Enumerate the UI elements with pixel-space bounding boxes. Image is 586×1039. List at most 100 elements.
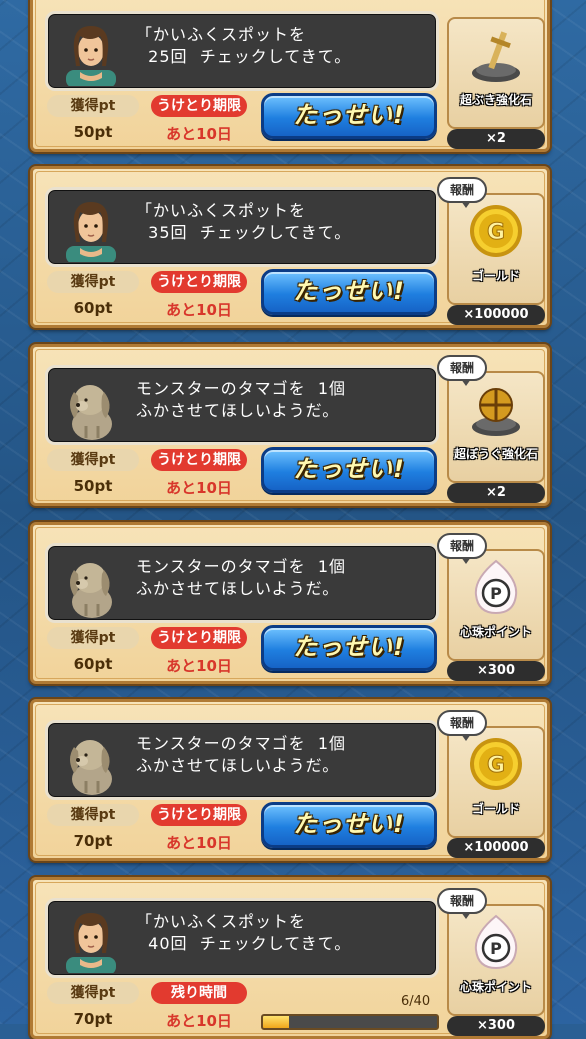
quest-message-box: 「かいふくスポットを 40回 チェックしてきて。 — [45, 898, 439, 978]
message-line: ふかさせてほしいようだ。 — [136, 756, 340, 775]
claim-button[interactable]: たっせい! — [261, 447, 437, 493]
points-value: 60pt — [73, 655, 113, 673]
reward-name: 超ぶき強化石 — [459, 93, 532, 107]
quest-card: 「かいふくスポットを 25回 チェックしてきて。獲得pt 50pt うけとり期限あと… — [30, 0, 550, 152]
deadline-label: うけとり期限 — [151, 804, 247, 826]
remaining-time: あと10日 — [166, 301, 232, 319]
message-line: 25回 チェックしてきて。 — [136, 47, 352, 66]
message-line: 「かいふくスポットを — [136, 201, 307, 220]
deadline-label: うけとり期限 — [151, 271, 247, 293]
claim-button[interactable]: たっせい! — [261, 625, 437, 671]
reward[interactable]: 報酬 G ゴールド ×100000 — [437, 710, 545, 858]
points-label: 獲得pt — [47, 271, 139, 293]
quest-message-box: モンスターのタマゴを 1個 ふかさせてほしいようだ。 — [45, 365, 439, 445]
background — [0, 0, 586, 1024]
svg-text:G: G — [487, 220, 505, 245]
gold-coin-icon: G — [466, 734, 526, 794]
points-value: 70pt — [73, 1010, 113, 1028]
reward-label: 報酬 — [437, 533, 487, 564]
dog-icon — [62, 552, 120, 618]
reward[interactable]: 報酬 超ぼうぐ強化石 ×2 — [437, 355, 545, 503]
reward-quantity: ×100000 — [447, 838, 545, 858]
quest-card: モンスターのタマゴを 1個 ふかさせてほしいようだ。獲得pt 50pt うけとり期限あ… — [30, 344, 550, 506]
reward-quantity: ×300 — [447, 1016, 545, 1036]
reward[interactable]: 報酬 P 心珠ポイント ×300 — [437, 533, 545, 681]
quest-message: モンスターのタマゴを 1個 ふかさせてほしいようだ。 — [136, 733, 428, 777]
dog-icon — [62, 729, 120, 795]
reward[interactable]: 報酬 P 心珠ポイント ×300 — [437, 888, 545, 1036]
quest-message-box: 「かいふくスポットを 25回 チェックしてきて。 — [45, 11, 439, 91]
message-line: モンスターのタマゴを 1個 — [136, 379, 347, 398]
remaining-time: あと10日 — [166, 834, 232, 852]
reward-label: 報酬 — [437, 355, 487, 386]
orb-on-rock-icon — [466, 379, 526, 439]
points-value: 60pt — [73, 299, 113, 317]
progress-text: 6/40 — [401, 994, 431, 1009]
remaining-time: あと10日 — [166, 479, 232, 497]
quest-card: 「かいふくスポットを 40回 チェックしてきて。獲得pt 70pt 残り時間あと10… — [30, 877, 550, 1039]
svg-text:P: P — [490, 939, 502, 958]
dog-icon — [62, 374, 120, 440]
reward-quantity: ×100000 — [447, 305, 545, 325]
remaining-time: あと10日 — [166, 125, 232, 143]
message-line: モンスターのタマゴを 1個 — [136, 557, 347, 576]
claim-button[interactable]: たっせい! — [261, 269, 437, 315]
quest-card: 「かいふくスポットを 35回 チェックしてきて。獲得pt 60pt うけとり期限あと… — [30, 166, 550, 328]
svg-text:G: G — [487, 753, 505, 778]
quest-message: 「かいふくスポットを 35回 チェックしてきて。 — [136, 200, 428, 244]
quest-message-box: モンスターのタマゴを 1個 ふかさせてほしいようだ。 — [45, 543, 439, 623]
remaining-time: あと10日 — [166, 657, 232, 675]
message-line: ふかさせてほしいようだ。 — [136, 401, 340, 420]
message-line: 35回 チェックしてきて。 — [136, 223, 352, 242]
woman-icon — [62, 907, 120, 975]
woman-icon — [62, 20, 120, 88]
points-value: 70pt — [73, 832, 113, 850]
deadline-label: うけとり期限 — [151, 95, 247, 117]
gold-coin-icon: G — [466, 201, 526, 261]
points-value: 50pt — [73, 123, 113, 141]
deadline-label: うけとり期限 — [151, 627, 247, 649]
reward-label: 報酬 — [437, 177, 487, 208]
svg-text:P: P — [490, 584, 502, 603]
reward-name: ゴールド — [471, 802, 520, 816]
quest-message-box: モンスターのタマゴを 1個 ふかさせてほしいようだ。 — [45, 720, 439, 800]
sword-on-rock-icon — [466, 25, 526, 85]
points-label: 獲得pt — [47, 449, 139, 471]
reward-name: ゴールド — [471, 269, 520, 283]
progress-bar — [261, 1014, 439, 1030]
reward[interactable]: 報酬 G ゴールド ×100000 — [437, 177, 545, 325]
quest-card: モンスターのタマゴを 1個 ふかさせてほしいようだ。獲得pt 60pt うけとり期限あ… — [30, 522, 550, 684]
quest-message: 「かいふくスポットを 40回 チェックしてきて。 — [136, 911, 428, 955]
message-line: モンスターのタマゴを 1個 — [136, 734, 347, 753]
reward-label: 報酬 — [437, 710, 487, 741]
remaining-time: あと10日 — [166, 1012, 232, 1030]
reward-quantity: ×300 — [447, 661, 545, 681]
quest-message: モンスターのタマゴを 1個 ふかさせてほしいようだ。 — [136, 378, 428, 422]
reward-label: 報酬 — [437, 888, 487, 919]
reward-name: 心珠ポイント — [459, 980, 532, 994]
progress-fill — [263, 1016, 290, 1028]
points-label: 獲得pt — [47, 627, 139, 649]
points-label: 獲得pt — [47, 95, 139, 117]
heart-orb-point-icon: P — [466, 557, 526, 617]
claim-button[interactable]: たっせい! — [261, 93, 437, 139]
quest-card: モンスターのタマゴを 1個 ふかさせてほしいようだ。獲得pt 70pt うけとり期限あ… — [30, 699, 550, 861]
message-line: ふかさせてほしいようだ。 — [136, 579, 340, 598]
quest-message-box: 「かいふくスポットを 35回 チェックしてきて。 — [45, 187, 439, 267]
message-line: 「かいふくスポットを — [136, 912, 307, 931]
points-label: 獲得pt — [47, 982, 139, 1004]
reward-name: 超ぼうぐ強化石 — [453, 447, 538, 461]
quest-message: モンスターのタマゴを 1個 ふかさせてほしいようだ。 — [136, 556, 428, 600]
points-label: 獲得pt — [47, 804, 139, 826]
message-line: 「かいふくスポットを — [136, 25, 307, 44]
message-line: 40回 チェックしてきて。 — [136, 934, 352, 953]
reward-quantity: ×2 — [447, 129, 545, 149]
claim-button[interactable]: たっせい! — [261, 802, 437, 848]
reward[interactable]: 超ぶき強化石 ×2 — [447, 1, 545, 149]
deadline-label: うけとり期限 — [151, 449, 247, 471]
woman-icon — [62, 196, 120, 264]
deadline-label: 残り時間 — [151, 982, 247, 1004]
heart-orb-point-icon: P — [466, 912, 526, 972]
points-value: 50pt — [73, 477, 113, 495]
reward-quantity: ×2 — [447, 483, 545, 503]
